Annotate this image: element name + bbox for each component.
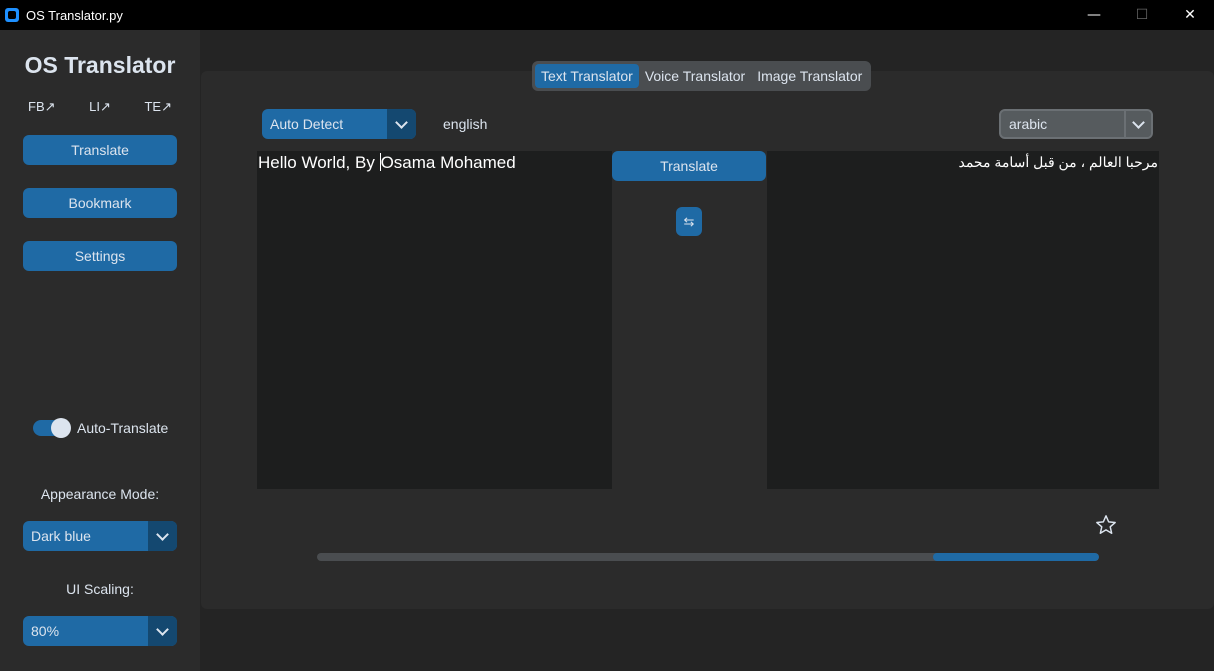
app-window: OS Translator.py — ☐ ✕ OS Translator FB↗… xyxy=(0,0,1214,671)
sidebar-bookmark-button[interactable]: Bookmark xyxy=(23,188,177,218)
translate-button[interactable]: Translate xyxy=(612,151,766,181)
ui-scaling-label: UI Scaling: xyxy=(66,581,134,597)
linkedin-link[interactable]: LI↗ xyxy=(83,99,117,115)
swap-languages-button[interactable]: ⇆ xyxy=(676,207,702,236)
window-controls: — ☐ ✕ xyxy=(1070,0,1214,30)
source-text-before-caret: Hello World, By xyxy=(258,153,380,172)
maximize-icon: ☐ xyxy=(1135,7,1149,23)
translated-text-output[interactable]: مرحبا العالم ، من قبل أسامة محمد xyxy=(767,151,1159,489)
chevron-down-icon xyxy=(156,527,169,541)
appearance-mode-value: Dark blue xyxy=(31,528,91,544)
app-icon xyxy=(5,8,19,22)
dropdown-arrow[interactable] xyxy=(148,521,177,551)
dropdown-arrow[interactable] xyxy=(1124,111,1151,137)
auto-translate-switch[interactable] xyxy=(33,418,71,438)
dropdown-arrow[interactable] xyxy=(148,616,177,646)
tab-text-translator[interactable]: Text Translator xyxy=(535,64,639,88)
facebook-link[interactable]: FB↗ xyxy=(22,99,62,115)
source-text-after-caret: Osama Mohamed xyxy=(380,153,516,172)
source-language-value: Auto Detect xyxy=(270,116,344,132)
chevron-down-icon xyxy=(156,622,169,636)
window-title: OS Translator.py xyxy=(26,7,123,23)
sidebar-settings-button[interactable]: Settings xyxy=(23,241,177,271)
progress-fill xyxy=(933,553,1099,561)
bookmark-star-icon[interactable] xyxy=(1095,514,1117,536)
tab-image-translator[interactable]: Image Translator xyxy=(751,64,868,88)
ui-scaling-value: 80% xyxy=(31,623,60,639)
source-text-input[interactable]: Hello World, By Osama Mohamed xyxy=(257,151,612,489)
minimize-icon: — xyxy=(1087,7,1101,23)
appearance-mode-dropdown[interactable]: Dark blue xyxy=(23,521,177,551)
close-button[interactable]: ✕ xyxy=(1166,0,1214,30)
switch-knob xyxy=(51,418,71,438)
sidebar-translate-button[interactable]: Translate xyxy=(23,135,177,165)
auto-translate-row: Auto-Translate xyxy=(33,418,169,438)
ui-scaling-dropdown[interactable]: 80% xyxy=(23,616,177,646)
target-language-dropdown[interactable]: arabic xyxy=(999,109,1153,139)
social-links: FB↗ LI↗ TE↗ xyxy=(22,99,178,115)
dropdown-arrow[interactable] xyxy=(387,109,416,139)
translation-progress-bar xyxy=(317,553,1099,561)
target-language-value: arabic xyxy=(1009,116,1048,132)
telegram-link[interactable]: TE↗ xyxy=(138,99,178,115)
sidebar: OS Translator FB↗ LI↗ TE↗ Translate Book… xyxy=(0,30,200,671)
detected-language-label: english xyxy=(443,116,488,132)
maximize-button[interactable]: ☐ xyxy=(1118,0,1166,30)
source-language-dropdown[interactable]: Auto Detect xyxy=(262,109,416,139)
translated-text: مرحبا العالم ، من قبل أسامة محمد xyxy=(958,154,1158,170)
appearance-mode-label: Appearance Mode: xyxy=(40,486,160,502)
title-bar: OS Translator.py — ☐ ✕ xyxy=(0,0,1214,30)
swap-icon: ⇆ xyxy=(683,213,695,229)
sidebar-title: OS Translator xyxy=(24,52,176,78)
close-icon: ✕ xyxy=(1184,7,1196,23)
auto-translate-label: Auto-Translate xyxy=(77,420,169,436)
chevron-down-icon xyxy=(1132,115,1145,129)
minimize-button[interactable]: — xyxy=(1070,0,1118,30)
tab-voice-translator[interactable]: Voice Translator xyxy=(639,64,751,88)
chevron-down-icon xyxy=(395,115,408,129)
translator-tabs: Text Translator Voice Translator Image T… xyxy=(532,61,872,91)
